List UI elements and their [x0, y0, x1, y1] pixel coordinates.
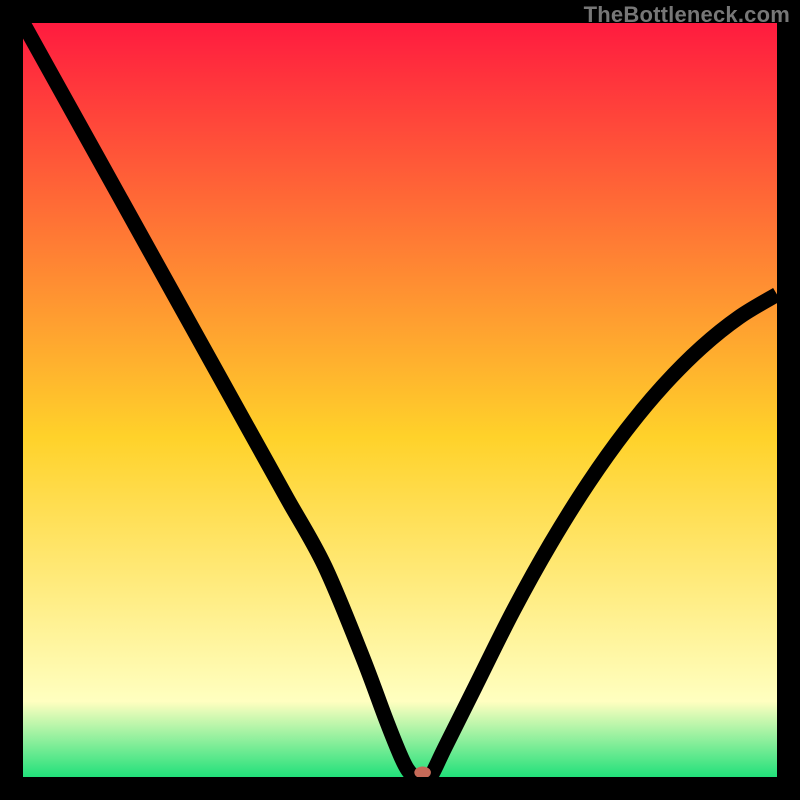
chart-container: TheBottleneck.com	[0, 0, 800, 800]
plot-area	[23, 23, 777, 777]
gradient-background	[23, 23, 777, 777]
chart-svg	[23, 23, 777, 777]
watermark-text: TheBottleneck.com	[584, 2, 790, 28]
